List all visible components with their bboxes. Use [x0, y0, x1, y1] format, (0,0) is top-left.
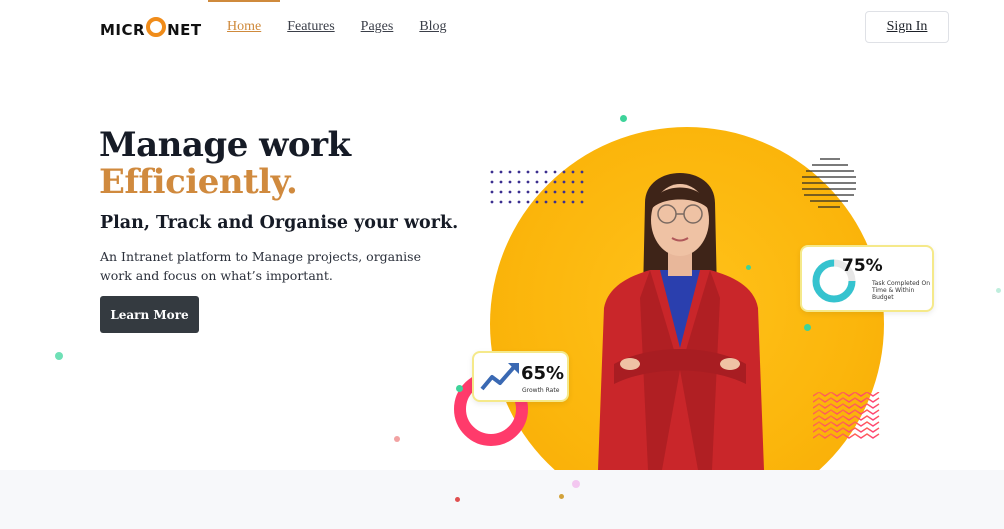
hero-headline: Manage work	[99, 125, 351, 165]
lower-section-band	[0, 470, 1004, 529]
confetti-dot	[804, 324, 811, 331]
brand-logo[interactable]: MICR NET	[100, 17, 202, 43]
lines-icon	[802, 158, 856, 208]
logo-text-right: NET	[167, 21, 202, 39]
confetti-dot	[746, 265, 751, 270]
hero-description: An Intranet platform to Manage projects,…	[100, 249, 421, 283]
confetti-dot	[620, 115, 627, 122]
task-completed-card: 75% Task Completed On Time & Within Budg…	[800, 245, 934, 312]
task-completed-label: Task Completed On Time & Within Budget	[872, 280, 931, 301]
learn-more-button[interactable]: Learn More	[100, 296, 199, 333]
confetti-dot	[394, 436, 400, 442]
site-header: MICR NET Home Features Pages Blog Sign I…	[0, 0, 1004, 56]
main-nav: Home Features Pages Blog	[227, 19, 473, 35]
confetti-dot	[455, 497, 460, 502]
confetti-dot	[572, 480, 580, 488]
sign-in-button[interactable]: Sign In	[865, 11, 949, 43]
growth-rate-value: 65%	[521, 363, 565, 384]
active-nav-indicator	[208, 0, 280, 2]
zigzag-icon	[813, 392, 880, 439]
logo-ring-icon	[146, 17, 167, 37]
growth-rate-card: 65% Growth Rate	[472, 351, 569, 402]
nav-blog[interactable]: Blog	[419, 19, 446, 35]
logo-text-left: MICR	[100, 21, 146, 39]
nav-home[interactable]: Home	[227, 19, 261, 35]
confetti-dot	[559, 494, 564, 499]
confetti-dot	[996, 288, 1001, 293]
trend-arrow-icon	[480, 363, 519, 391]
hero-subheading: Plan, Track and Organise your work.	[100, 213, 459, 233]
dot-grid-icon	[490, 170, 584, 204]
hero-headline-accent: Efficiently.	[99, 162, 298, 202]
confetti-dot	[456, 385, 463, 392]
nav-features[interactable]: Features	[287, 19, 334, 35]
confetti-dot	[55, 352, 63, 360]
woman-illustration	[598, 173, 764, 470]
task-completed-value: 75%	[842, 256, 883, 276]
growth-rate-label: Growth Rate	[522, 387, 560, 394]
nav-pages[interactable]: Pages	[361, 19, 394, 35]
